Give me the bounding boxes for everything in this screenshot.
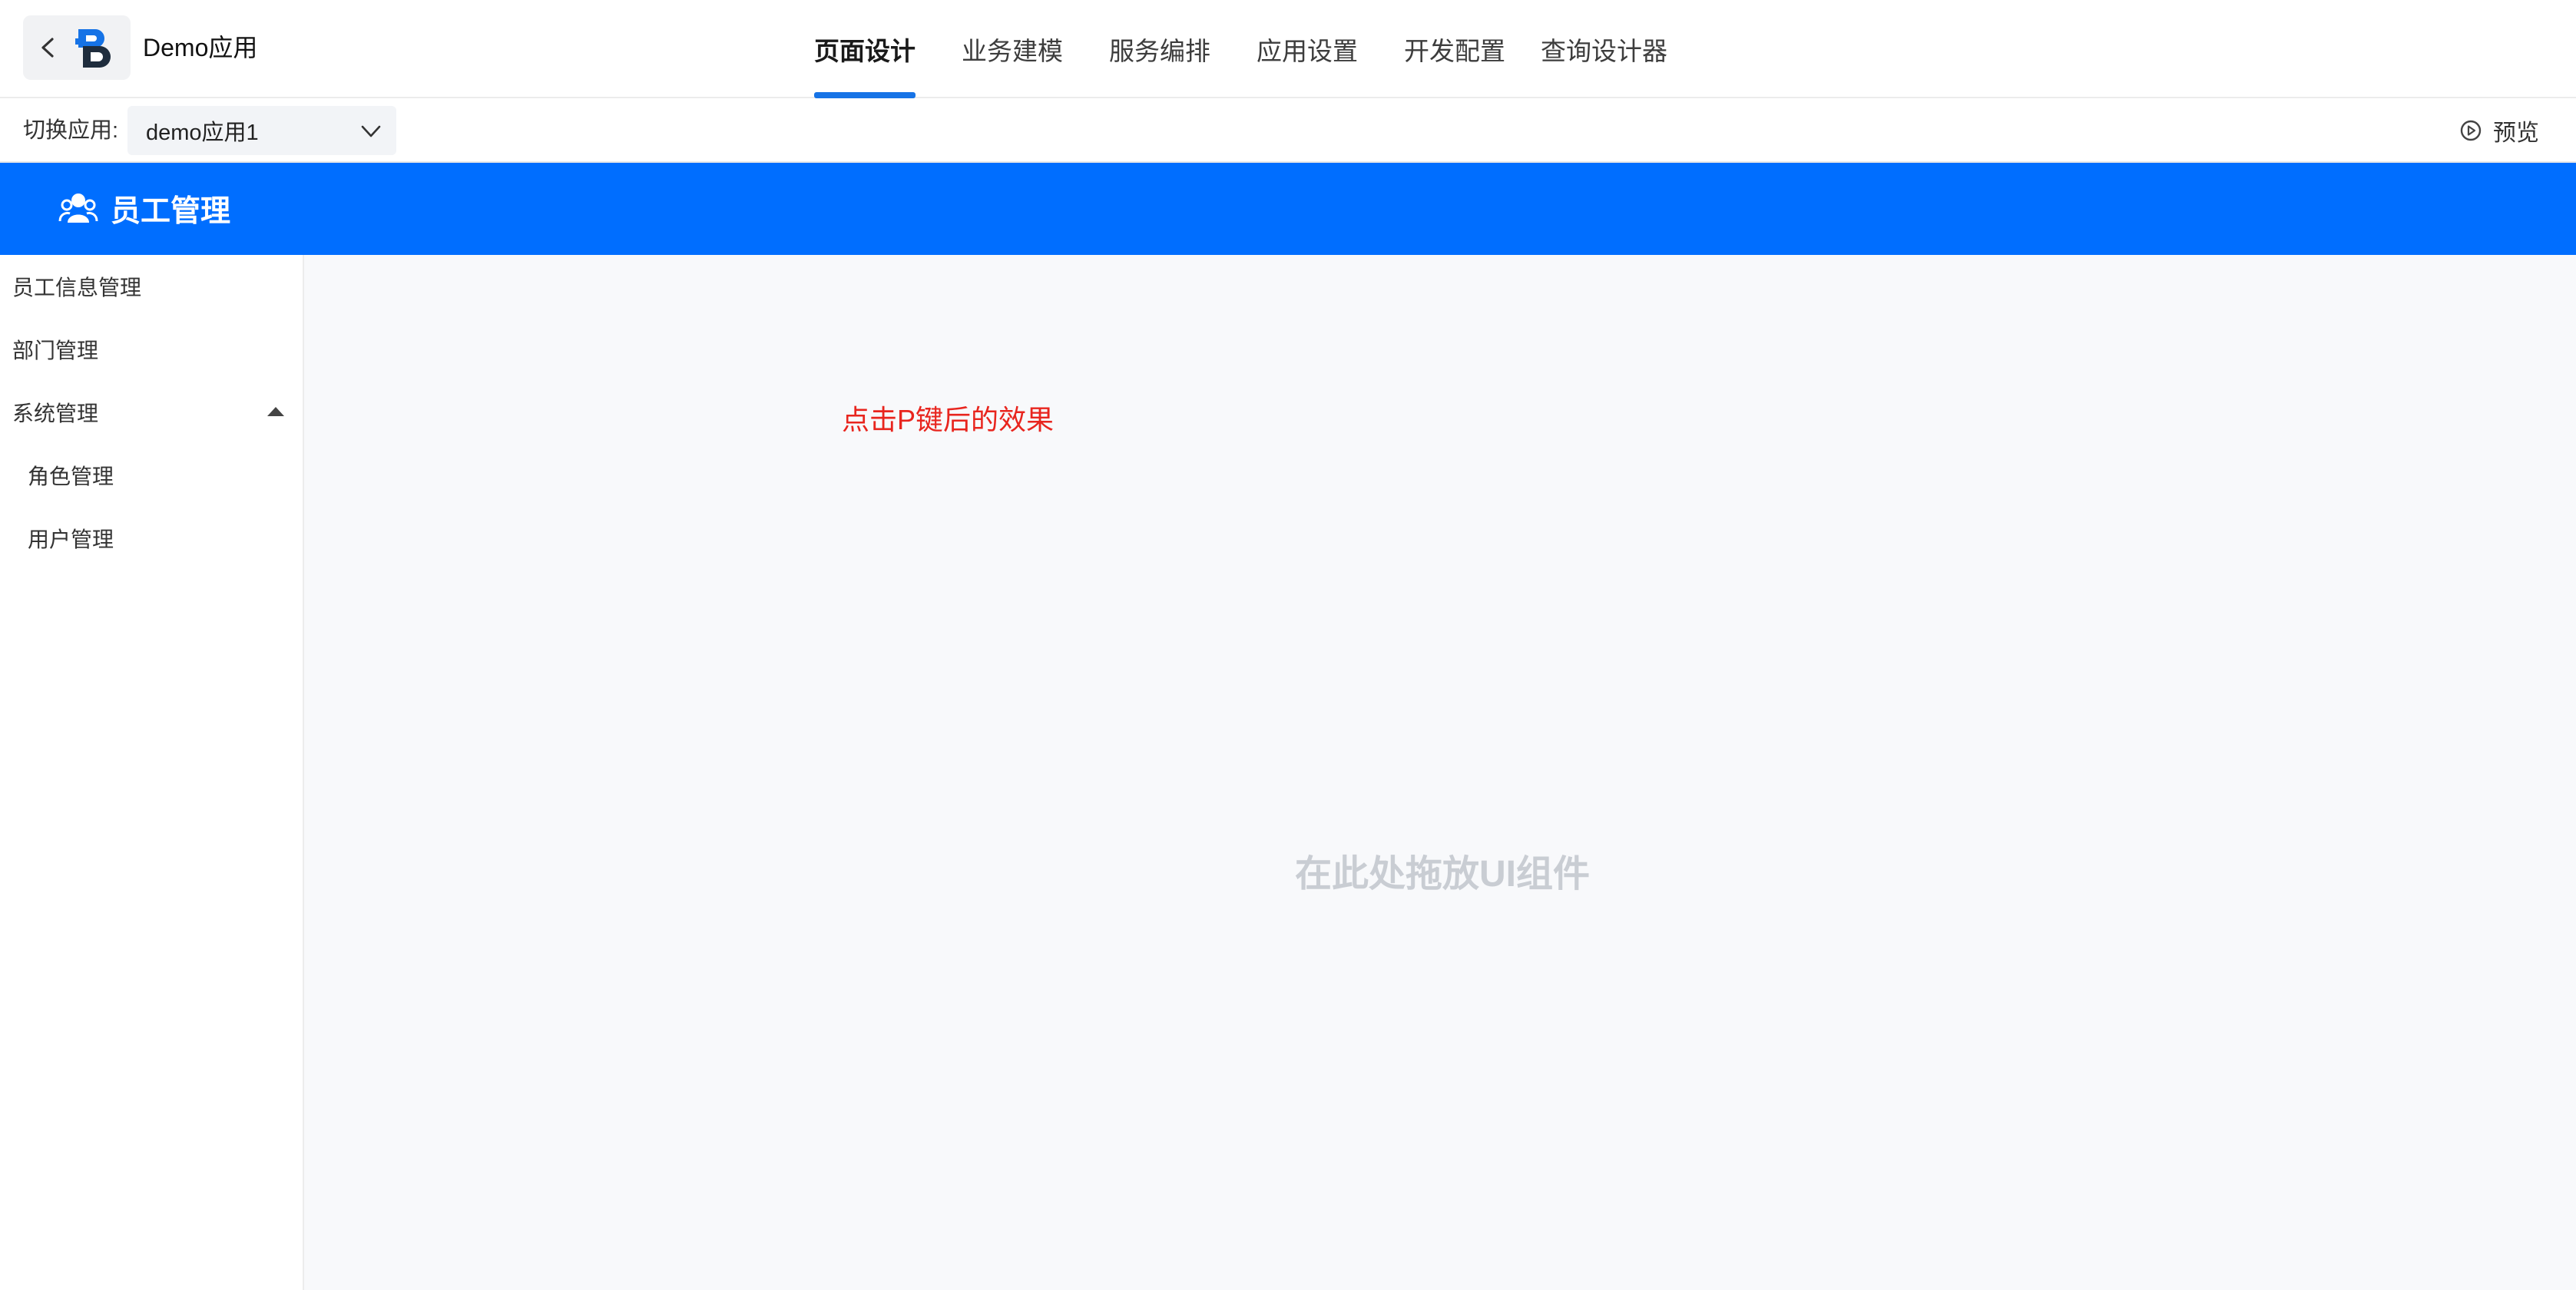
sidebar-item-label: 角色管理: [28, 465, 114, 488]
drop-zone-hint: 在此处拖放UI组件: [1295, 854, 1591, 895]
caret-up-icon: [267, 407, 284, 416]
app-name: Demo应用: [143, 34, 258, 61]
page-banner: 员工管理: [0, 163, 2576, 255]
switch-app-label: 切换应用:: [23, 118, 119, 143]
annotation-text: 点击P键后的效果: [842, 404, 1055, 435]
preview-button[interactable]: 预览: [2459, 98, 2539, 163]
preview-label: 预览: [2493, 121, 2539, 146]
tab-service-orchestration[interactable]: 服务编排: [1086, 0, 1233, 98]
tab-query-designer[interactable]: 查询设计器: [1528, 0, 1690, 98]
tab-app-settings[interactable]: 应用设置: [1233, 0, 1381, 98]
sidebar-item-user[interactable]: 用户管理: [0, 507, 303, 570]
app-select-value: demo应用1: [146, 121, 259, 145]
chevron-down-icon: [361, 125, 381, 137]
sidebar-item-department[interactable]: 部门管理: [0, 318, 303, 381]
app-select-dropdown[interactable]: demo应用1: [127, 106, 396, 155]
banner-title: 员工管理: [111, 195, 231, 228]
sidebar-item-label: 系统管理: [12, 402, 99, 425]
people-group-icon: [58, 194, 98, 223]
tab-business-modeling[interactable]: 业务建模: [939, 0, 1086, 98]
sidebar-item-role[interactable]: 角色管理: [0, 444, 303, 507]
tab-page-design[interactable]: 页面设计: [791, 0, 939, 98]
app-toolbar: 切换应用: demo应用1 预览: [0, 98, 2576, 163]
app-switcher-chip[interactable]: [23, 15, 131, 80]
sidebar-item-employee-info[interactable]: 员工信息管理: [0, 255, 303, 318]
sidebar-menu: 员工信息管理 部门管理 系统管理 角色管理 用户管理: [0, 255, 304, 1290]
back-button[interactable]: [31, 25, 65, 71]
sidebar-item-label: 用户管理: [28, 528, 114, 551]
sidebar-item-label: 员工信息管理: [12, 276, 142, 299]
tab-dev-config[interactable]: 开发配置: [1381, 0, 1528, 98]
top-header: Demo应用 页面设计 业务建模 服务编排 应用设置 开发配置 查询设计器: [0, 0, 2576, 98]
design-canvas[interactable]: 点击P键后的效果 在此处拖放UI组件: [304, 255, 2576, 1290]
main-nav-tabs: 页面设计 业务建模 服务编排 应用设置 开发配置 查询设计器: [791, 0, 1690, 98]
play-circle-icon: [2460, 120, 2482, 141]
chevron-left-icon: [41, 38, 54, 58]
app-root: Demo应用 页面设计 业务建模 服务编排 应用设置 开发配置 查询设计器 切换…: [0, 0, 2576, 1290]
sidebar-item-label: 部门管理: [12, 339, 99, 362]
sidebar-item-system[interactable]: 系统管理: [0, 381, 303, 444]
app-logo-icon: [75, 29, 111, 68]
